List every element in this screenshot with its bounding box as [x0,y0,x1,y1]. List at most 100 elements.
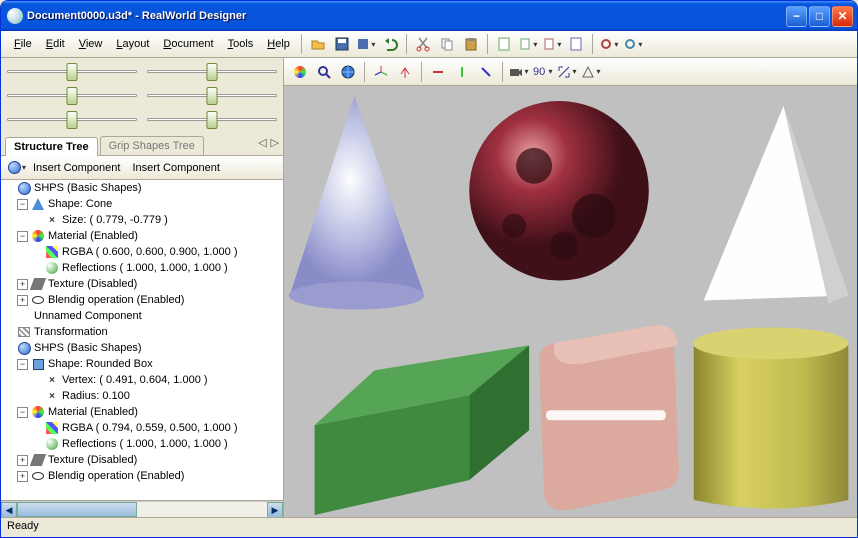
tree-label: RGBA ( 0.600, 0.600, 0.900, 1.000 ) [62,246,238,258]
menu-edit[interactable]: Edit [39,36,72,52]
slider-1[interactable] [7,62,137,80]
i-refl-icon [45,437,59,451]
tree-label: Material (Enabled) [48,406,138,418]
i-tex-icon [31,277,45,291]
titlebar[interactable]: Document0000.u3d* - RealWorld Designer −… [1,1,857,31]
tree-node[interactable]: Unnamed Component [1,308,283,324]
expand-icon[interactable]: − [17,359,28,370]
menu-layout[interactable]: Layout [109,36,156,52]
open-icon[interactable] [307,33,329,55]
axes1-icon[interactable] [370,61,392,83]
gear1-icon[interactable] [598,33,620,55]
doc3-icon[interactable] [541,33,563,55]
tree-node[interactable]: − Shape: Rounded Box [1,356,283,372]
tree-node[interactable]: +Blendig operation (Enabled) [1,468,283,484]
tab-structure-tree[interactable]: Structure Tree [5,137,98,156]
separator [364,62,365,82]
close-button[interactable]: ✕ [832,6,853,27]
tree-node[interactable]: +Texture (Disabled) [1,276,283,292]
separator [301,34,302,54]
rotate90-icon[interactable]: 90 [532,61,554,83]
globe-icon[interactable] [337,61,359,83]
paste-icon[interactable] [460,33,482,55]
tab-next-icon[interactable]: ▷ [271,136,279,149]
axis-y-icon[interactable] [451,61,473,83]
structure-tree[interactable]: SHPS (Basic Shapes)−Shape: Cone×Size: ( … [1,180,283,501]
tree-node[interactable]: ×Size: ( 0.779, -0.779 ) [1,212,283,228]
doc4-icon[interactable] [565,33,587,55]
viewport-3d[interactable] [284,86,857,517]
slider-2[interactable] [147,62,277,80]
doc2-icon[interactable] [517,33,539,55]
tree-node[interactable]: −Shape: Cone [1,196,283,212]
doc1-icon[interactable] [493,33,515,55]
tree-node[interactable]: +Blendig operation (Enabled) [1,292,283,308]
tree-node[interactable]: SHPS (Basic Shapes) [1,340,283,356]
menu-view[interactable]: View [72,36,110,52]
gear2-icon[interactable] [622,33,644,55]
menu-help[interactable]: Help [260,36,297,52]
slider-6[interactable] [147,110,277,128]
expand-icon[interactable]: + [17,471,28,482]
minimize-button[interactable]: − [786,6,807,27]
insert-component-2[interactable]: Insert Component [132,162,219,174]
cut-icon[interactable] [412,33,434,55]
scroll-thumb[interactable] [17,502,137,517]
tree-node[interactable]: SHPS (Basic Shapes) [1,180,283,196]
tree-node[interactable]: +Texture (Disabled) [1,452,283,468]
menu-file[interactable]: File [7,36,39,52]
scroll-left-icon[interactable]: ◀ [1,502,17,518]
tree-label: Shape: Rounded Box [48,358,153,370]
axes2-icon[interactable] [394,61,416,83]
tree-node[interactable]: RGBA ( 0.600, 0.600, 0.900, 1.000 ) [1,244,283,260]
save-icon[interactable] [331,33,353,55]
tree-node[interactable]: ×Radius: 0.100 [1,388,283,404]
tab-grip-shapes[interactable]: Grip Shapes Tree [100,136,204,155]
expand-icon[interactable]: + [17,279,28,290]
expand-icon[interactable]: + [17,295,28,306]
undo-icon[interactable] [379,33,401,55]
scroll-right-icon[interactable]: ▶ [267,502,283,518]
tab-prev-icon[interactable]: ◁ [258,136,266,149]
scroll-track[interactable] [17,502,267,517]
tree-node[interactable]: −Material (Enabled) [1,228,283,244]
workspace: Structure Tree Grip Shapes Tree ◁ ▷ Inse… [1,58,857,517]
i-tex-icon [31,453,45,467]
tree-node[interactable]: Reflections ( 1.000, 1.000, 1.000 ) [1,436,283,452]
expand-icon[interactable]: − [17,407,28,418]
slider-3[interactable] [7,86,137,104]
tree-node[interactable]: Transformation [1,324,283,340]
component-menu-icon[interactable] [6,157,28,179]
axis-z-icon[interactable] [475,61,497,83]
slider-4[interactable] [147,86,277,104]
expand-icon[interactable]: − [17,199,28,210]
tree-node[interactable]: − Material (Enabled) [1,404,283,420]
copy-icon[interactable] [436,33,458,55]
tree-node[interactable]: RGBA ( 0.794, 0.559, 0.500, 1.000 ) [1,420,283,436]
grid-cone-icon[interactable] [580,61,602,83]
scale-icon[interactable] [556,61,578,83]
horizontal-scrollbar[interactable]: ◀ ▶ [1,501,283,517]
blank-icon [17,309,31,323]
save-as-icon[interactable] [355,33,377,55]
tree-node[interactable]: ×Vertex: ( 0.491, 0.604, 1.000 ) [1,372,283,388]
insert-component-1[interactable]: Insert Component [33,162,120,174]
i-shps-icon [17,341,31,355]
camera-icon[interactable] [508,61,530,83]
i-blend-icon [31,469,45,483]
tree-label: Size: ( 0.779, -0.779 ) [62,214,168,226]
palette-icon[interactable] [289,61,311,83]
tree-node[interactable]: Reflections ( 1.000, 1.000, 1.000 ) [1,260,283,276]
menu-tools[interactable]: Tools [221,36,261,52]
menu-document[interactable]: Document [156,36,220,52]
tree-label: Radius: 0.100 [62,390,130,402]
menubar: File Edit View Layout Document Tools Hel… [1,31,857,58]
slider-5[interactable] [7,110,137,128]
magnify-icon[interactable] [313,61,335,83]
maximize-button[interactable]: □ [809,6,830,27]
axis-x-icon[interactable] [427,61,449,83]
expand-icon[interactable]: + [17,455,28,466]
expand-icon[interactable]: − [17,231,28,242]
tree-label: Reflections ( 1.000, 1.000, 1.000 ) [62,262,228,274]
app-icon [7,8,23,24]
